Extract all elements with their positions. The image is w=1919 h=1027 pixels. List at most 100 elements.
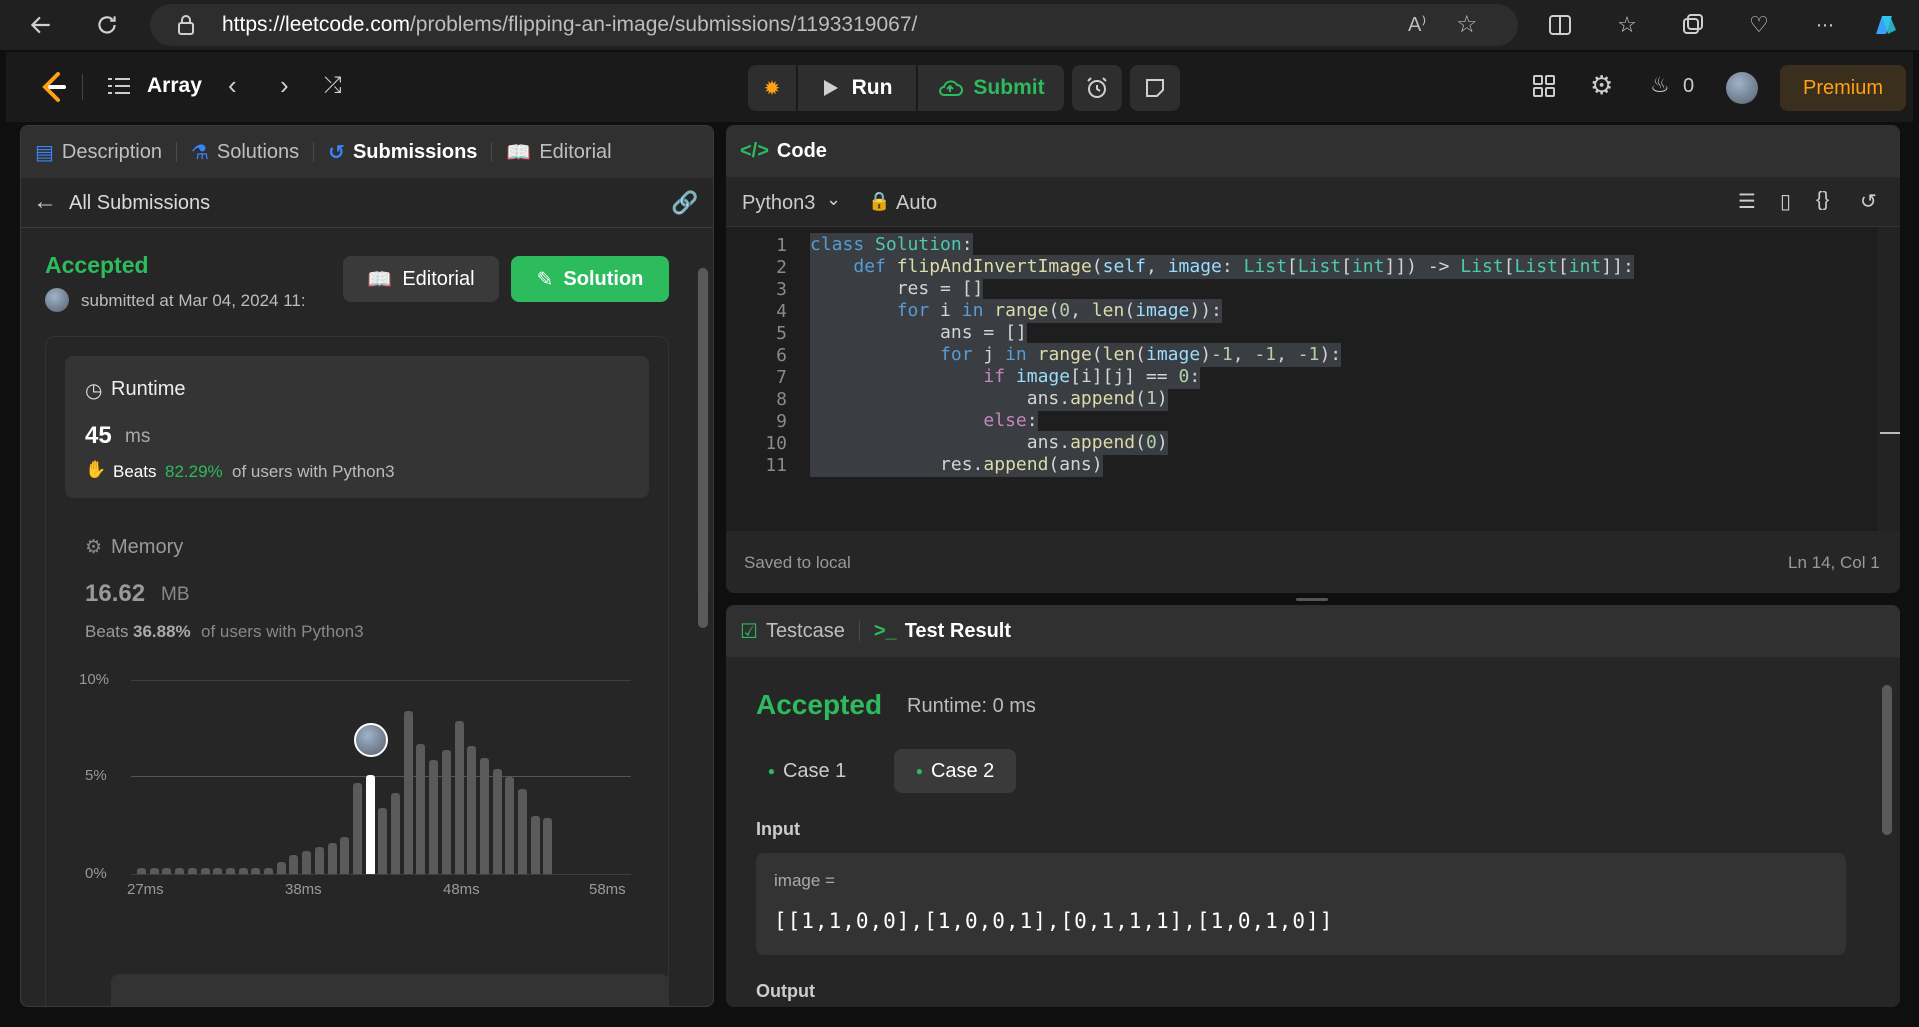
- code-line[interactable]: ans.append(0): [810, 431, 1168, 455]
- read-aloud-icon[interactable]: A⁾: [1408, 12, 1426, 37]
- curly-braces-icon[interactable]: {}: [1816, 189, 1829, 212]
- code-line[interactable]: res.append(ans): [810, 453, 1103, 477]
- chart-bar[interactable]: [314, 846, 324, 874]
- split-screen-icon[interactable]: [1545, 10, 1575, 40]
- tab-code[interactable]: </> Code: [726, 125, 841, 177]
- premium-button[interactable]: Premium: [1780, 65, 1906, 111]
- avatar[interactable]: [1726, 72, 1758, 104]
- back-arrow-icon[interactable]: ←: [33, 188, 57, 216]
- tab-test-result[interactable]: >_ Test Result: [860, 605, 1025, 657]
- flask-icon: ⚗: [190, 141, 209, 164]
- favorite-star-icon[interactable]: ☆: [1456, 10, 1478, 39]
- chart-bar[interactable]: [238, 868, 248, 874]
- chart-bar[interactable]: [352, 782, 362, 874]
- shuffle-icon[interactable]: ⤮: [324, 72, 342, 98]
- chart-bar[interactable]: [454, 720, 464, 874]
- chart-bar[interactable]: [213, 868, 223, 874]
- problem-list-label[interactable]: Array: [147, 74, 202, 98]
- tab-testcase[interactable]: ☑ Testcase: [726, 605, 859, 657]
- tab-submissions[interactable]: ↺ Submissions: [314, 126, 491, 178]
- tab-editorial[interactable]: 📖 Editorial: [492, 126, 625, 178]
- chart-bar[interactable]: [467, 745, 477, 874]
- chart-bar[interactable]: [137, 868, 146, 874]
- chart-bar[interactable]: [403, 711, 413, 874]
- chart-bar[interactable]: [302, 850, 312, 874]
- code-line[interactable]: res = []: [810, 277, 984, 301]
- code-line[interactable]: ans.append(1): [810, 387, 1168, 411]
- chart-bar[interactable]: [429, 759, 439, 874]
- test-scrollbar[interactable]: [1882, 685, 1892, 835]
- code-line[interactable]: else:: [810, 409, 1038, 433]
- chart-bar[interactable]: [327, 842, 337, 874]
- chart-bar[interactable]: [441, 749, 451, 874]
- chart-bar[interactable]: [264, 868, 273, 874]
- editorial-button[interactable]: 📖 Editorial: [343, 256, 499, 302]
- chart-bar[interactable]: [492, 769, 502, 874]
- collections-icon[interactable]: [1678, 10, 1708, 40]
- code-line[interactable]: if image[i][j] == 0:: [810, 365, 1201, 389]
- code-line[interactable]: ans = []: [810, 321, 1027, 345]
- debug-button[interactable]: ✹: [748, 65, 796, 111]
- back-icon[interactable]: [26, 10, 56, 40]
- bookmark-icon[interactable]: ▯: [1780, 189, 1791, 214]
- more-icon[interactable]: ⋯: [1810, 10, 1840, 40]
- runtime-title: Runtime: [111, 378, 186, 400]
- code-editor[interactable]: 1 class Solution: 2 def flipAndInvertImage…: [726, 227, 1900, 531]
- chart-bar[interactable]: [149, 868, 159, 874]
- solution-button[interactable]: ✎ Solution: [511, 256, 669, 302]
- all-submissions-link[interactable]: All Submissions: [69, 192, 210, 215]
- chart-bar[interactable]: [391, 792, 400, 874]
- chart-bar[interactable]: [187, 868, 197, 874]
- chart-bar[interactable]: [340, 837, 350, 874]
- language-select[interactable]: Python3: [742, 192, 815, 215]
- chart-bar[interactable]: [505, 777, 515, 874]
- autocomplete-mode[interactable]: Auto: [896, 192, 937, 215]
- tab-description[interactable]: ▤ Description: [21, 126, 176, 178]
- notes-button[interactable]: [1130, 65, 1180, 111]
- run-button[interactable]: Run: [798, 65, 916, 111]
- tab-solutions[interactable]: ⚗ Solutions: [177, 126, 313, 178]
- prev-problem-icon[interactable]: ‹: [228, 70, 237, 101]
- timer-button[interactable]: [1072, 65, 1122, 111]
- chart-bar[interactable]: [530, 815, 540, 874]
- note-icon: [1146, 79, 1164, 97]
- chart-bar[interactable]: [225, 868, 235, 874]
- chart-bar[interactable]: [416, 744, 426, 874]
- copilot-icon[interactable]: [1870, 10, 1900, 40]
- chart-bar[interactable]: [251, 868, 261, 874]
- chart-bar[interactable]: [365, 775, 375, 874]
- code-line[interactable]: for i in range(0, len(image)):: [810, 299, 1222, 323]
- browser-essentials-icon[interactable]: ♡: [1744, 10, 1774, 40]
- runtime-card[interactable]: ◷ Runtime 45 ms ✋ Beats 82.29% of users …: [65, 356, 649, 498]
- code-line[interactable]: for j in range(len(image)-1, -1, -1):: [810, 343, 1342, 367]
- code-line[interactable]: class Solution:: [810, 233, 973, 257]
- layout-grid-icon[interactable]: [1532, 74, 1556, 103]
- chart-bar[interactable]: [276, 862, 286, 874]
- chart-bar[interactable]: [162, 868, 172, 874]
- chart-bar[interactable]: [378, 808, 388, 874]
- chart-bar[interactable]: [200, 868, 210, 874]
- link-icon[interactable]: 🔗: [671, 190, 698, 216]
- next-problem-icon[interactable]: ›: [280, 70, 289, 101]
- chart-bar[interactable]: [518, 788, 527, 874]
- leetcode-logo-icon[interactable]: [38, 70, 68, 109]
- streak-flame-icon[interactable]: ♨: [1650, 72, 1670, 98]
- format-icon[interactable]: ☰: [1738, 189, 1756, 214]
- reset-icon[interactable]: ↺: [1860, 189, 1877, 214]
- settings-gear-icon[interactable]: ⚙: [1590, 70, 1613, 101]
- problem-list-icon[interactable]: [108, 76, 130, 101]
- address-bar[interactable]: https://leetcode.com/problems/flipping-a…: [150, 4, 1518, 46]
- left-scrollbar[interactable]: [698, 268, 708, 628]
- panel-resize-handle[interactable]: [1296, 598, 1328, 601]
- chevron-down-icon[interactable]: ⌄: [826, 189, 841, 210]
- chart-bar[interactable]: [543, 817, 553, 874]
- submit-button[interactable]: Submit: [918, 65, 1064, 111]
- code-line[interactable]: def flipAndInvertImage(self, image: List…: [810, 255, 1634, 279]
- chart-bar[interactable]: [479, 757, 489, 874]
- case-2-tab[interactable]: ● Case 2: [894, 749, 1016, 793]
- refresh-icon[interactable]: [92, 10, 122, 40]
- chart-bar[interactable]: [289, 854, 299, 874]
- chart-bar[interactable]: [175, 868, 185, 874]
- favorites-icon[interactable]: ☆: [1612, 10, 1642, 40]
- case-1-tab[interactable]: ● Case 1: [756, 749, 858, 793]
